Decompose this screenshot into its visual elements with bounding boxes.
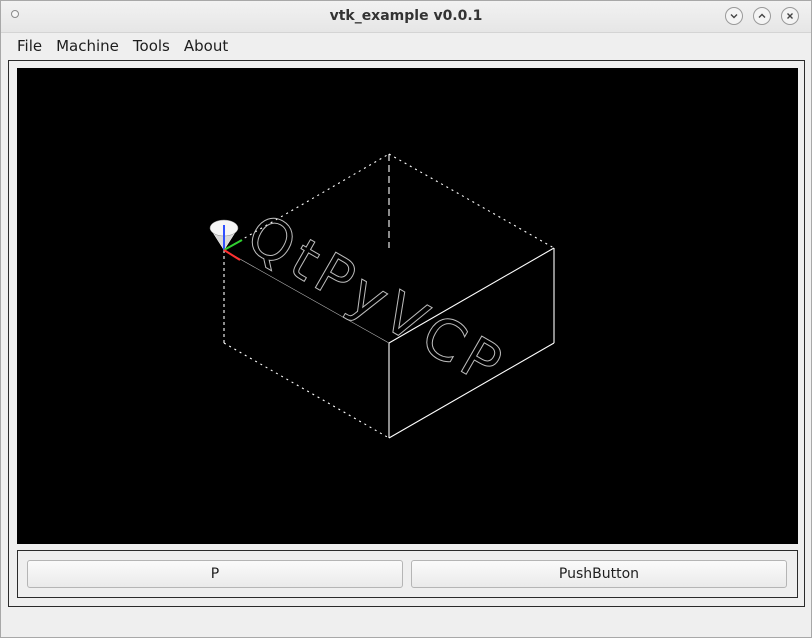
- program-outline-text: QtPyVCP: [236, 202, 516, 401]
- app-window: vtk_example v0.0.1 File Machine Tools Ab…: [0, 0, 812, 638]
- machine-boundary-scene: QtPyVCP: [209, 153, 555, 439]
- box-edge-back-right: [388, 153, 555, 249]
- menu-about[interactable]: About: [177, 35, 235, 57]
- box-edge-bottom-front: [223, 342, 390, 439]
- chevron-up-icon: [758, 13, 766, 18]
- minimize-button[interactable]: [725, 7, 743, 25]
- chevron-down-icon: [730, 14, 738, 19]
- menu-tools[interactable]: Tools: [126, 35, 177, 57]
- menu-machine[interactable]: Machine: [49, 35, 126, 57]
- close-icon: [787, 13, 793, 19]
- maximize-button[interactable]: [753, 7, 771, 25]
- window-title: vtk_example v0.0.1: [329, 8, 483, 24]
- close-button[interactable]: [781, 7, 799, 25]
- menu-file[interactable]: File: [10, 35, 49, 57]
- title-bar[interactable]: vtk_example v0.0.1: [1, 1, 811, 33]
- push-button[interactable]: PushButton: [411, 560, 787, 588]
- menu-bar: File Machine Tools About: [1, 33, 811, 59]
- p-button[interactable]: P: [27, 560, 403, 588]
- vtk-3d-viewport[interactable]: QtPyVCP: [17, 68, 798, 544]
- status-bar: [1, 613, 811, 637]
